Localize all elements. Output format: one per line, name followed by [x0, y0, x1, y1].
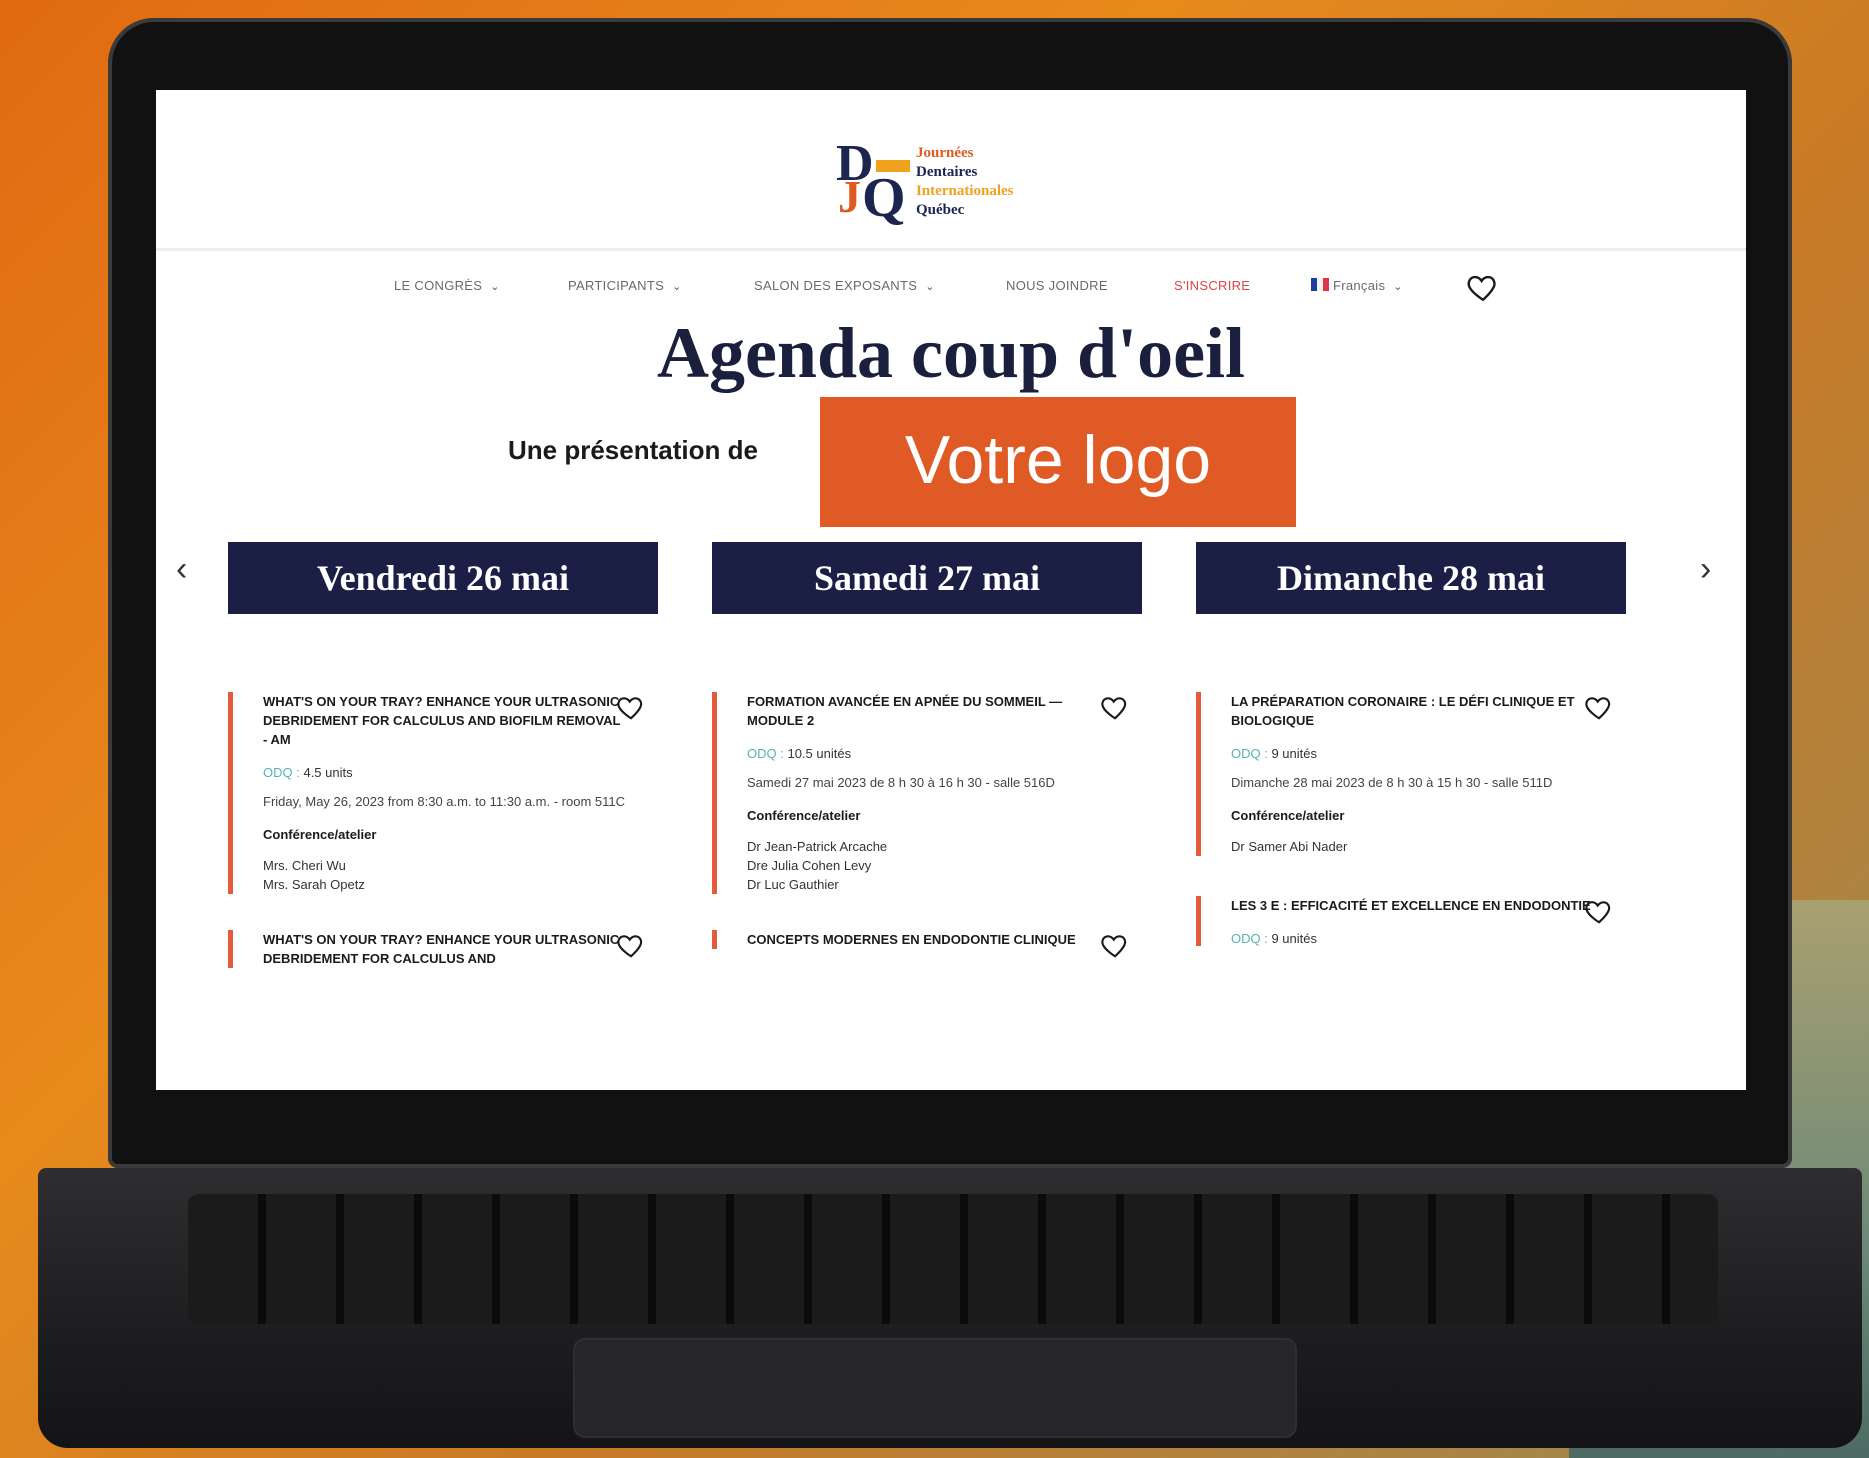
event-speakers: Mrs. Cheri Wu Mrs. Sarah Opetz: [263, 856, 658, 894]
nav-item-congres[interactable]: LE CONGRÈS ⌄: [394, 278, 500, 293]
event-title[interactable]: LA PRÉPARATION CORONAIRE : LE DÉFI CLINI…: [1231, 692, 1591, 730]
event-type: Conférence/atelier: [1231, 808, 1345, 823]
nav-item-label: S'INSCRIRE: [1174, 278, 1251, 293]
logo-letter-q: Q: [862, 167, 906, 229]
heart-icon[interactable]: [1100, 692, 1130, 722]
laptop-bezel: D J Q Journées Dentaires Internationales…: [108, 18, 1792, 1168]
laptop: D J Q Journées Dentaires Internationales…: [38, 18, 1862, 1448]
language-label: Français: [1333, 278, 1386, 293]
speaker: Dr Samer Abi Nader: [1231, 839, 1348, 854]
language-selector[interactable]: Français ⌄: [1311, 278, 1403, 293]
trackpad: [573, 1338, 1297, 1438]
logo-line-2: Dentaires: [916, 164, 978, 180]
logo-letter-j: J: [838, 171, 861, 222]
event-card[interactable]: WHAT'S ON YOUR TRAY? ENHANCE YOUR ULTRAS…: [228, 930, 658, 968]
event-title[interactable]: CONCEPTS MODERNES EN ENDODONTIE CLINIQUE: [747, 930, 1107, 949]
event-units: ODQ : 9 unités: [1231, 746, 1626, 761]
event-type: Conférence/atelier: [263, 827, 377, 842]
chevron-down-icon: ⌄: [925, 281, 935, 293]
france-flag-icon: [1311, 278, 1329, 291]
units-value: 9 unités: [1271, 746, 1318, 761]
heart-icon[interactable]: [616, 930, 646, 960]
event-card[interactable]: LES 3 E : EFFICACITÉ ET EXCELLENCE EN EN…: [1196, 896, 1626, 946]
day-column-vendredi: Vendredi 26 mai WHAT'S ON YOUR TRAY? ENH…: [228, 542, 658, 968]
keyboard: [188, 1194, 1718, 1324]
nav-item-label: SALON DES EXPOSANTS: [754, 278, 918, 293]
units-value: 4.5 units: [303, 765, 353, 780]
speaker: Dre Julia Cohen Levy: [747, 858, 872, 873]
day-header: Dimanche 28 mai: [1196, 542, 1626, 614]
chevron-down-icon: ⌄: [490, 281, 500, 293]
event-speakers: Dr Samer Abi Nader: [1231, 837, 1626, 856]
units-value: 9 unités: [1271, 931, 1318, 946]
speaker: Mrs. Sarah Opetz: [263, 877, 365, 892]
nav-item-label: LE CONGRÈS: [394, 278, 483, 293]
heart-icon[interactable]: [1584, 692, 1614, 722]
browser-viewport: D J Q Journées Dentaires Internationales…: [156, 90, 1746, 1090]
event-speakers: Dr Jean-Patrick Arcache Dre Julia Cohen …: [747, 837, 1142, 894]
speaker: Dr Jean-Patrick Arcache: [747, 839, 888, 854]
event-title[interactable]: LES 3 E : EFFICACITÉ ET EXCELLENCE EN EN…: [1231, 896, 1591, 915]
nav-item-nous-joindre[interactable]: NOUS JOINDRE: [1006, 278, 1108, 293]
carousel-next-button[interactable]: ›: [1700, 550, 1711, 589]
speaker: Dr Luc Gauthier: [747, 877, 839, 892]
laptop-base: [38, 1168, 1862, 1448]
event-datetime: Friday, May 26, 2023 from 8:30 a.m. to 1…: [263, 794, 625, 809]
speaker: Mrs. Cheri Wu: [263, 858, 346, 873]
odq-label: ODQ :: [747, 746, 784, 761]
day-header: Vendredi 26 mai: [228, 542, 658, 614]
nav-item-label: NOUS JOINDRE: [1006, 278, 1108, 293]
logo-wordmark: Journées Dentaires Internationales Québe…: [916, 144, 1014, 220]
event-units: ODQ : 9 unités: [1231, 931, 1626, 946]
odq-label: ODQ :: [1231, 931, 1268, 946]
chevron-down-icon: ⌄: [1393, 281, 1403, 293]
event-datetime: Dimanche 28 mai 2023 de 8 h 30 à 15 h 30…: [1231, 775, 1553, 790]
nav-item-label: PARTICIPANTS: [568, 278, 665, 293]
day-column-dimanche: Dimanche 28 mai LA PRÉPARATION CORONAIRE…: [1196, 542, 1626, 946]
nav-item-participants[interactable]: PARTICIPANTS ⌄: [568, 278, 682, 293]
odq-label: ODQ :: [263, 765, 300, 780]
day-header: Samedi 27 mai: [712, 542, 1142, 614]
event-title[interactable]: WHAT'S ON YOUR TRAY? ENHANCE YOUR ULTRAS…: [263, 692, 623, 749]
nav-item-salon[interactable]: SALON DES EXPOSANTS ⌄: [754, 278, 935, 293]
sponsor-logo[interactable]: Votre logo: [820, 397, 1296, 527]
event-title[interactable]: WHAT'S ON YOUR TRAY? ENHANCE YOUR ULTRAS…: [263, 930, 623, 968]
event-card[interactable]: LA PRÉPARATION CORONAIRE : LE DÉFI CLINI…: [1196, 692, 1626, 856]
carousel-prev-button[interactable]: ‹: [176, 550, 187, 589]
site-header: D J Q Journées Dentaires Internationales…: [156, 90, 1746, 251]
event-type: Conférence/atelier: [747, 808, 861, 823]
page-title: Agenda coup d'oeil: [656, 313, 1246, 393]
chevron-down-icon: ⌄: [672, 281, 682, 293]
heart-icon[interactable]: [1466, 270, 1500, 304]
event-card[interactable]: FORMATION AVANCÉE EN APNÉE DU SOMMEIL — …: [712, 692, 1142, 894]
nav-item-sinscrire[interactable]: S'INSCRIRE: [1174, 278, 1250, 293]
units-value: 10.5 unités: [787, 746, 852, 761]
day-column-samedi: Samedi 27 mai FORMATION AVANCÉE EN APNÉE…: [712, 542, 1142, 958]
heart-icon[interactable]: [1100, 930, 1130, 960]
logo-line-1: Journées: [916, 145, 974, 161]
presented-by-label: Une présentation de: [508, 435, 758, 465]
logo-mark: D J Q: [836, 135, 916, 229]
heart-icon[interactable]: [1584, 896, 1614, 926]
event-card[interactable]: WHAT'S ON YOUR TRAY? ENHANCE YOUR ULTRAS…: [228, 692, 658, 894]
logo-line-4: Québec: [916, 202, 965, 218]
event-card[interactable]: CONCEPTS MODERNES EN ENDODONTIE CLINIQUE: [712, 930, 1142, 958]
site-logo[interactable]: D J Q Journées Dentaires Internationales…: [836, 135, 1056, 230]
logo-line-3: Internationales: [916, 183, 1014, 199]
heart-icon[interactable]: [616, 692, 646, 722]
main-nav: LE CONGRÈS ⌄ PARTICIPANTS ⌄ SALON DES EXPO…: [156, 250, 1746, 320]
event-datetime: Samedi 27 mai 2023 de 8 h 30 à 16 h 30 -…: [747, 775, 1055, 790]
event-title[interactable]: FORMATION AVANCÉE EN APNÉE DU SOMMEIL — …: [747, 692, 1107, 730]
event-units: ODQ : 10.5 unités: [747, 746, 1142, 761]
event-units: ODQ : 4.5 units: [263, 765, 658, 780]
odq-label: ODQ :: [1231, 746, 1268, 761]
